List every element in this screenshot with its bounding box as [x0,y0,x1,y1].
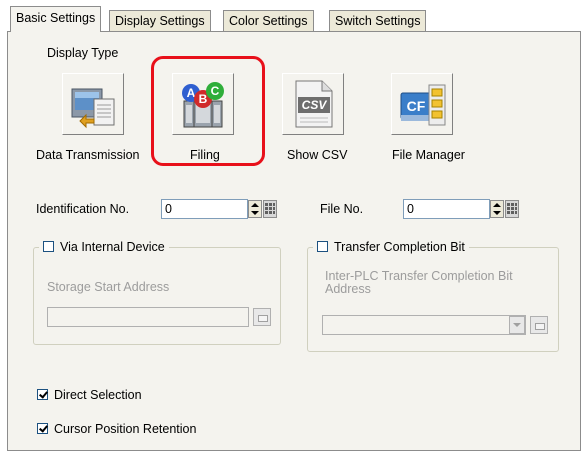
checkbox-icon [317,241,328,252]
checkbox-checked-icon [37,423,48,434]
show-csv-label: Show CSV [287,148,348,162]
file-manager-button[interactable]: CF [391,73,453,135]
data-transmission-icon [71,88,115,129]
svg-text:B: B [199,92,208,106]
display-type-heading: Display Type [47,46,119,60]
svg-text:C: C [211,84,220,98]
cursor-position-retention-checkbox[interactable]: Cursor Position Retention [37,422,196,436]
csv-file-icon: CSV [295,80,333,128]
identification-input[interactable]: 0 [161,199,248,219]
storage-address-browse-button[interactable] [253,308,271,326]
transfer-address-browse-button[interactable] [530,316,548,334]
keypad-icon [507,203,517,214]
tab-switch-settings[interactable]: Switch Settings [329,10,427,31]
transfer-completion-address-label: Inter-PLC Transfer Completion Bit Addres… [325,269,513,296]
file-no-spinner[interactable] [490,200,504,218]
transfer-completion-group [307,247,559,352]
svg-text:CF: CF [407,98,426,114]
data-transmission-button[interactable] [62,73,124,135]
direct-selection-label: Direct Selection [54,388,142,402]
via-internal-device-checkbox[interactable]: Via Internal Device [39,240,169,254]
tab-display-settings[interactable]: Display Settings [109,10,211,31]
checkbox-checked-icon [37,389,48,400]
identification-spinner[interactable] [248,200,262,218]
transfer-completion-dropdown-arrow[interactable] [509,316,525,334]
direct-selection-checkbox[interactable]: Direct Selection [37,388,142,402]
cursor-position-retention-label: Cursor Position Retention [54,422,197,436]
show-csv-button[interactable]: CSV [282,73,344,135]
file-no-label: File No. [320,202,364,216]
transfer-completion-checkbox[interactable]: Transfer Completion Bit [313,240,469,254]
storage-start-address-input[interactable] [47,307,249,327]
keypad-icon [265,203,275,214]
tab-basic-settings[interactable]: Basic Settings [10,6,102,32]
via-internal-device-group [33,247,281,345]
filing-label: Filing [190,148,220,162]
file-manager-icon: CF [400,84,446,126]
identification-label: Identification No. [36,202,130,216]
file-no-input[interactable]: 0 [403,199,490,219]
via-internal-device-label: Via Internal Device [60,240,165,254]
transfer-completion-address-combo[interactable] [322,315,526,335]
tab-color-settings[interactable]: Color Settings [223,10,314,31]
file-manager-label: File Manager [392,148,465,162]
checkbox-icon [43,241,54,252]
storage-start-address-label: Storage Start Address [47,280,170,294]
file-no-keypad-button[interactable] [505,200,519,218]
filing-icon: A B C [182,82,224,128]
identification-keypad-button[interactable] [263,200,277,218]
filing-button[interactable]: A B C [172,73,234,135]
data-transmission-label: Data Transmission [36,148,140,162]
transfer-completion-label: Transfer Completion Bit [334,240,465,254]
svg-text:CSV: CSV [302,98,328,112]
